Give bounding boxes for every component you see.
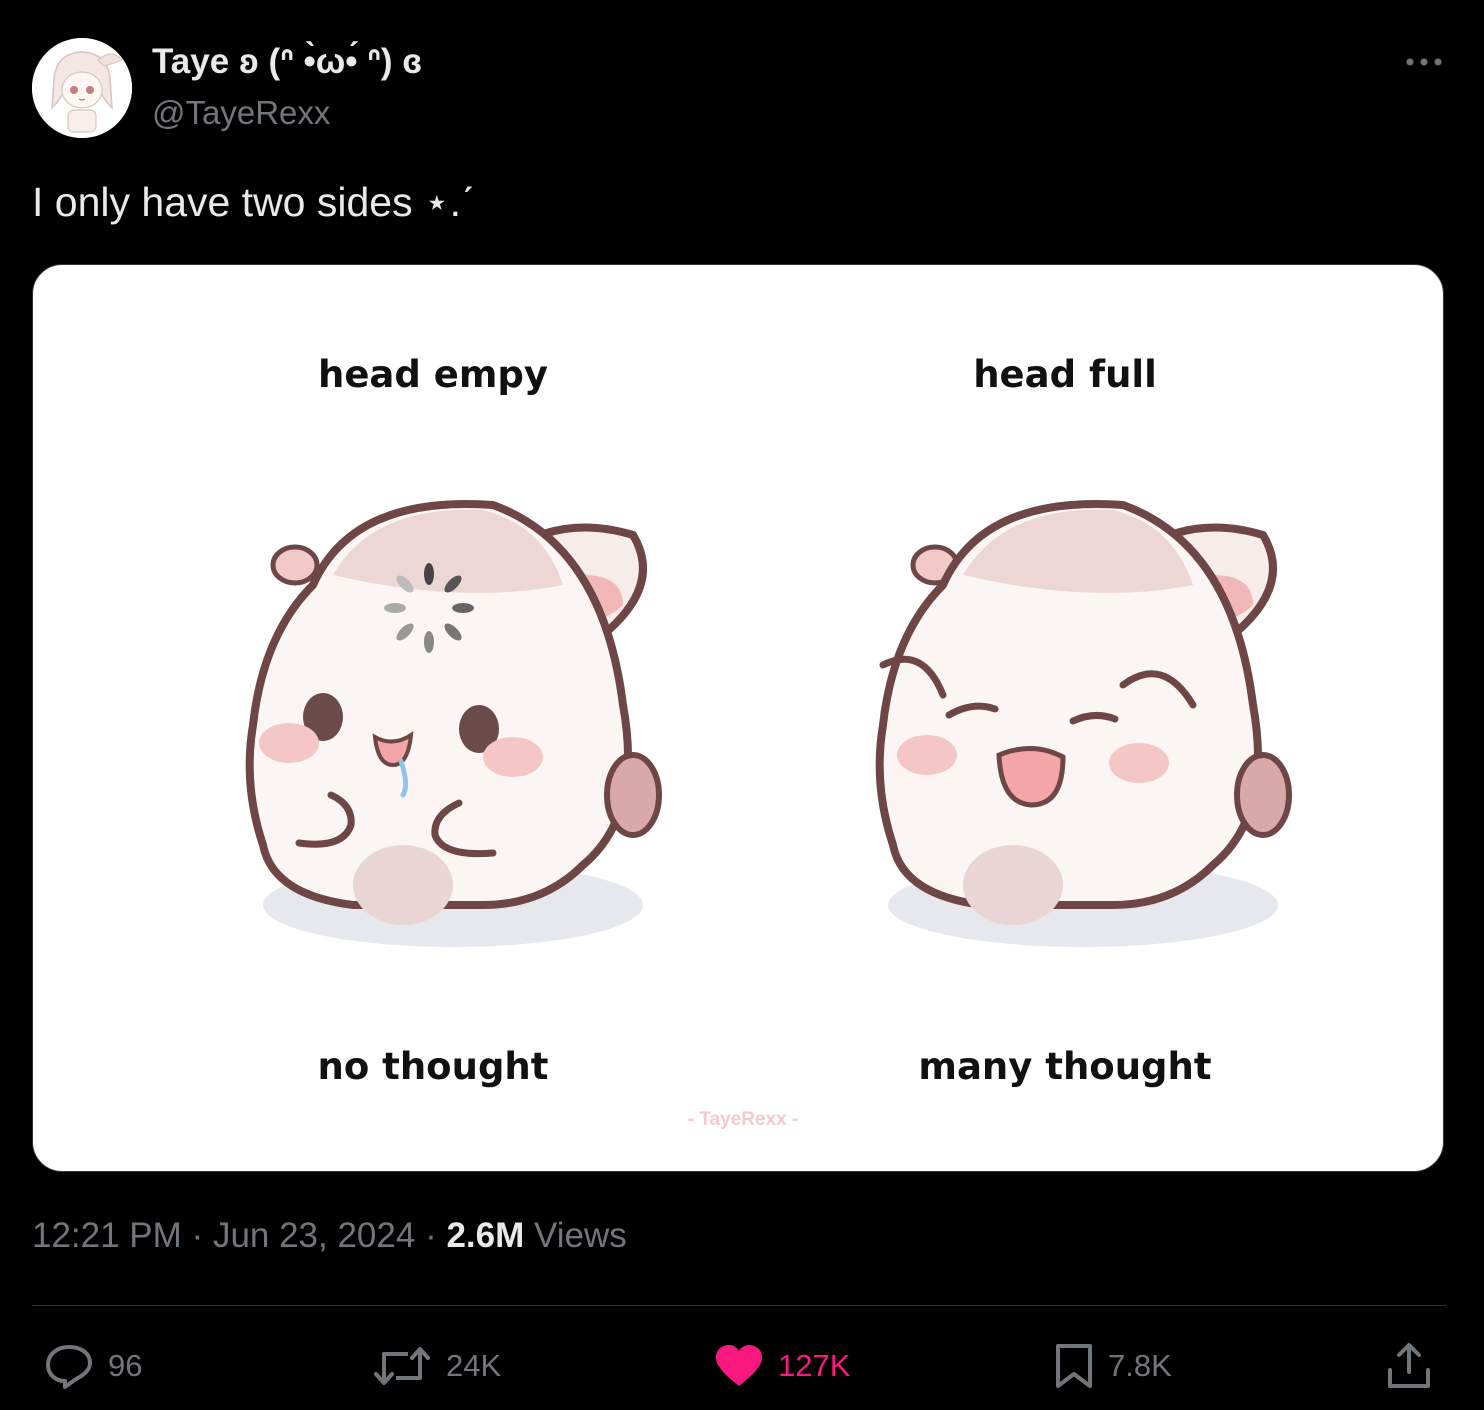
tweet-image[interactable]: head empy head full no thought many thou… <box>32 264 1444 1172</box>
heart-icon <box>716 1345 762 1386</box>
views-label: Views <box>534 1216 627 1255</box>
repost-icon <box>374 1347 430 1385</box>
reply-button[interactable]: 96 <box>44 1340 142 1392</box>
repost-button[interactable]: 24K <box>372 1340 501 1392</box>
share-button[interactable] <box>1384 1340 1434 1392</box>
reply-icon <box>46 1345 92 1389</box>
bunny-full-illustration <box>875 500 1292 947</box>
bookmark-count: 7.8K <box>1108 1348 1172 1383</box>
like-button[interactable]: 127K <box>714 1340 850 1392</box>
watermark: - TayeRexx - <box>687 1109 799 1130</box>
repost-count: 24K <box>446 1348 502 1383</box>
reply-count: 96 <box>108 1348 143 1383</box>
bookmark-button[interactable]: 7.8K <box>1054 1340 1172 1392</box>
tweet-meta: 12:21 PM · Jun 23, 2024 · 2.6M Views <box>32 1216 627 1256</box>
caption-no-thought: no thought <box>317 1045 549 1088</box>
avatar[interactable] <box>32 38 132 138</box>
author-handle[interactable]: @TayeRexx <box>152 94 330 132</box>
views-count: 2.6M <box>446 1216 525 1255</box>
author-display-name[interactable]: Taye ʚ (ᐢ •̀ω•́ ᐢ) ɞ <box>152 42 422 82</box>
divider <box>32 1305 1446 1306</box>
tweet-text: I only have two sides ⋆.ˊ <box>32 179 475 225</box>
tweet-date[interactable]: Jun 23, 2024 <box>213 1216 415 1255</box>
tweet-time[interactable]: 12:21 PM <box>32 1216 182 1255</box>
bookmark-icon <box>1056 1344 1092 1388</box>
meta-separator: · <box>425 1216 437 1255</box>
caption-head-empy: head empy <box>317 353 549 396</box>
meta-separator: · <box>191 1216 204 1255</box>
caption-many-thought: many thought <box>918 1045 1212 1088</box>
like-count: 127K <box>778 1348 851 1383</box>
more-options-icon[interactable] <box>1402 44 1446 80</box>
bunny-empty-illustration <box>245 500 662 947</box>
share-icon <box>1388 1343 1430 1388</box>
caption-head-full: head full <box>973 353 1157 396</box>
